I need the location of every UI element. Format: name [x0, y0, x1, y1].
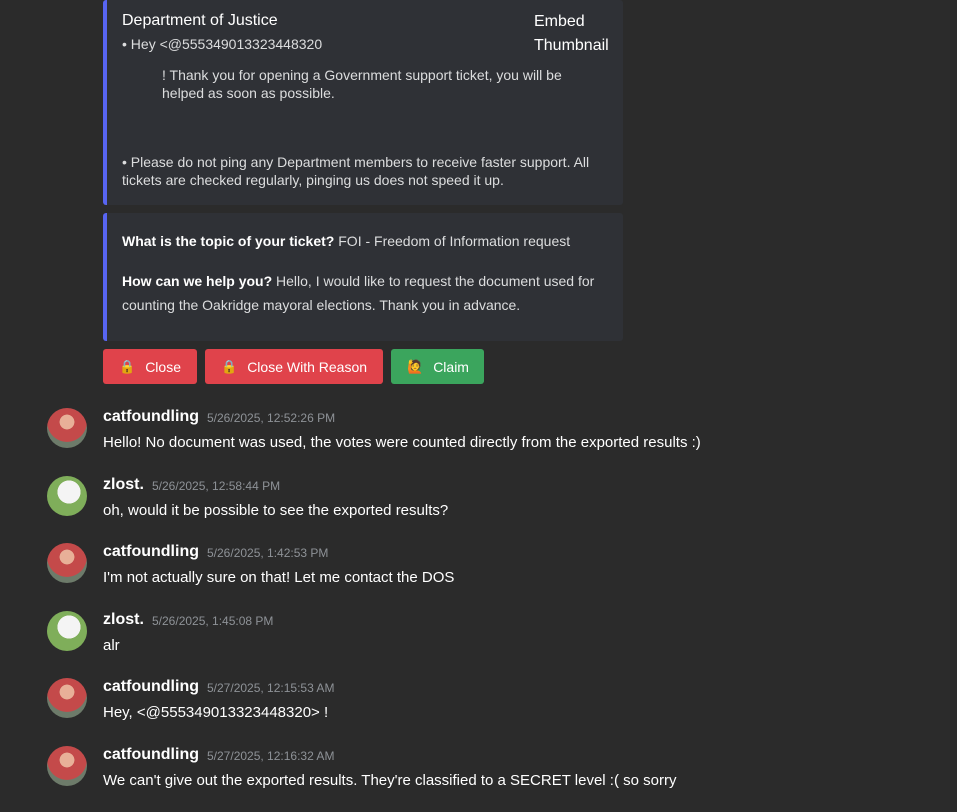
close-with-reason-button[interactable]: 🔒 Close With Reason [205, 349, 383, 384]
timestamp: 5/26/2025, 12:52:26 PM [207, 411, 336, 425]
username[interactable]: zlost. [103, 476, 144, 494]
avatar[interactable] [47, 678, 87, 718]
avatar[interactable] [47, 543, 87, 583]
username[interactable]: catfoundling [103, 678, 199, 696]
embed-greeting: • Hey <@555349013323448320 [122, 36, 323, 52]
embed-title: Department of Justice [122, 12, 278, 29]
raised-hand-icon: 🙋 [407, 358, 424, 374]
username[interactable]: catfoundling [103, 746, 199, 764]
message: catfoundling 5/26/2025, 1:42:53 PM I'm n… [47, 543, 927, 603]
avatar[interactable] [47, 746, 87, 786]
timestamp: 5/27/2025, 12:15:53 AM [207, 681, 335, 695]
message-text: We can't give out the exported results. … [103, 772, 677, 789]
help-question: How can we help you? Hello, I would like… [122, 269, 607, 317]
message: zlost. 5/26/2025, 1:45:08 PM alr [47, 611, 927, 671]
close-button-label: Close [145, 358, 181, 375]
message-text: Hey, <@555349013323448320> ! [103, 704, 329, 721]
message-text: oh, would it be possible to see the expo… [103, 502, 449, 519]
avatar[interactable] [47, 476, 87, 516]
embed-thumbnail: Embed Thumbnail [534, 13, 609, 54]
timestamp: 5/27/2025, 12:16:32 AM [207, 749, 335, 763]
timestamp: 5/26/2025, 12:58:44 PM [152, 479, 281, 493]
message-text: I'm not actually sure on that! Let me co… [103, 569, 455, 586]
timestamp: 5/26/2025, 1:42:53 PM [207, 546, 329, 560]
username[interactable]: catfoundling [103, 543, 199, 561]
topic-label: What is the topic of your ticket? [122, 233, 335, 249]
close-button[interactable]: 🔒 Close [103, 349, 197, 384]
help-label: How can we help you? [122, 273, 273, 289]
timestamp: 5/26/2025, 1:45:08 PM [152, 614, 274, 628]
lock-icon: 🔒 [119, 358, 136, 374]
topic-answer: FOI - Freedom of Information request [334, 233, 571, 249]
message: zlost. 5/26/2025, 12:58:44 PM oh, would … [47, 476, 927, 536]
message: catfoundling 5/26/2025, 12:52:26 PM Hell… [47, 408, 927, 468]
message: catfoundling 5/27/2025, 12:15:53 AM Hey,… [47, 678, 927, 738]
ticket-embed: Department of Justice • Hey <@5553490133… [103, 0, 623, 205]
embed-notice: • Please do not ping any Department memb… [122, 154, 590, 188]
message-text: Hello! No document was used, the votes w… [103, 434, 701, 451]
claim-button-label: Claim [433, 358, 469, 375]
ticket-answers-embed: What is the topic of your ticket? FOI - … [103, 213, 623, 341]
username[interactable]: catfoundling [103, 408, 199, 426]
message-text: alr [103, 637, 120, 654]
message: catfoundling 5/27/2025, 12:16:32 AM We c… [47, 746, 927, 806]
claim-button[interactable]: 🙋 Claim [391, 349, 484, 384]
username[interactable]: zlost. [103, 611, 144, 629]
avatar[interactable] [47, 408, 87, 448]
lock-icon: 🔒 [221, 358, 238, 374]
embed-thanks: ! Thank you for opening a Government sup… [162, 67, 562, 101]
topic-question: What is the topic of your ticket? FOI - … [122, 229, 607, 253]
avatar[interactable] [47, 611, 87, 651]
close-with-reason-label: Close With Reason [247, 358, 368, 375]
